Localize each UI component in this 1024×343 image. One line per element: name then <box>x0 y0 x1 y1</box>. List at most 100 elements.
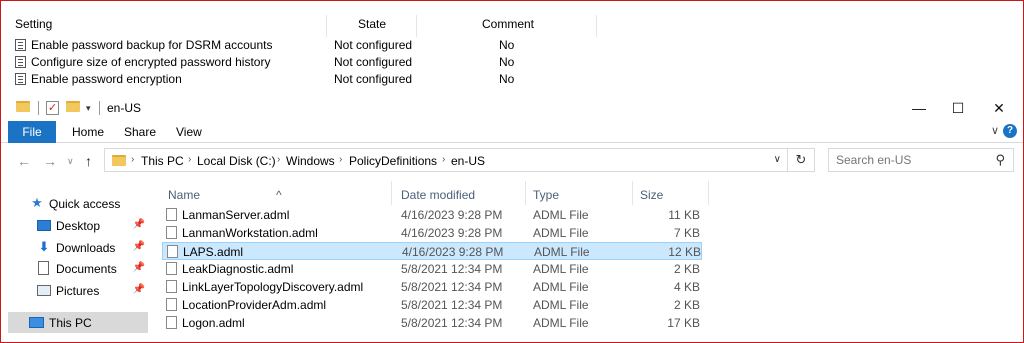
help-icon[interactable]: ? <box>1003 124 1017 138</box>
nav-item-quick-access[interactable]: ★ Quick access <box>8 193 148 214</box>
pin-icon[interactable]: 📌 <box>133 262 145 273</box>
pin-icon[interactable]: 📌 <box>133 241 145 252</box>
nav-item-documents[interactable]: Documents 📌 <box>8 258 148 279</box>
back-button[interactable]: ← <box>17 153 31 169</box>
policy-state: Not configured <box>334 55 413 69</box>
file-type: ADML File <box>533 262 589 276</box>
policy-row[interactable]: Enable password encryption Not configure… <box>0 71 600 88</box>
breadcrumb-this-pc[interactable]: This PC <box>141 154 184 168</box>
file-row[interactable]: Logon.adml 5/8/2021 12:34 PM ADML File 1… <box>162 314 702 332</box>
address-bar[interactable]: › This PC › Local Disk (C:) › Windows › … <box>104 148 788 172</box>
ribbon-tabs: File Home Share View ∨ ? <box>0 121 1024 143</box>
breadcrumb-windows[interactable]: Windows <box>286 154 335 168</box>
customize-toolbar-icon[interactable]: ▾ <box>86 103 91 114</box>
breadcrumb-local-disk[interactable]: Local Disk (C:) <box>197 154 276 168</box>
file-row-selected[interactable]: LAPS.adml 4/16/2023 9:28 PM ADML File 12… <box>162 242 702 260</box>
column-divider[interactable] <box>632 181 633 205</box>
file-icon <box>166 316 177 329</box>
documents-icon <box>38 261 49 275</box>
search-input[interactable] <box>829 149 989 171</box>
file-date: 5/8/2021 12:34 PM <box>401 316 503 330</box>
policy-state: Not configured <box>334 38 413 52</box>
policy-setting-name: Enable password backup for DSRM accounts <box>31 38 273 52</box>
breadcrumb-separator[interactable]: › <box>442 154 445 165</box>
file-size: 4 KB <box>673 280 700 294</box>
address-history-dropdown-icon[interactable]: ∨ <box>774 154 781 165</box>
nav-item-label: Quick access <box>49 197 121 211</box>
column-divider <box>416 15 417 37</box>
file-icon <box>166 226 177 239</box>
pin-icon[interactable]: 📌 <box>133 284 145 295</box>
maximize-button[interactable]: ☐ <box>935 95 981 121</box>
file-name: LeakDiagnostic.adml <box>182 262 294 276</box>
forward-button[interactable]: → <box>43 153 57 169</box>
policy-comment: No <box>499 38 515 52</box>
policy-setting-icon <box>15 73 26 85</box>
file-size: 2 KB <box>673 298 700 312</box>
file-icon <box>166 262 177 275</box>
breadcrumb-en-us[interactable]: en-US <box>451 154 485 168</box>
breadcrumb-separator[interactable]: › <box>339 154 342 165</box>
policy-setting-name: Enable password encryption <box>31 72 182 86</box>
tab-view[interactable]: View <box>176 125 202 139</box>
breadcrumb-separator[interactable]: › <box>277 154 280 165</box>
file-type: ADML File <box>533 280 589 294</box>
column-header-name[interactable]: Name <box>168 188 200 202</box>
file-name: LinkLayerTopologyDiscovery.adml <box>182 280 364 294</box>
file-date: 5/8/2021 12:34 PM <box>401 262 503 276</box>
file-row[interactable]: LanmanWorkstation.adml 4/16/2023 9:28 PM… <box>162 224 702 242</box>
file-row[interactable]: LanmanServer.adml 4/16/2023 9:28 PM ADML… <box>162 206 702 224</box>
breadcrumb-policydefinitions[interactable]: PolicyDefinitions <box>349 154 437 168</box>
column-divider[interactable] <box>391 181 392 205</box>
file-explorer-window: ✓ ▾ en-US — ☐ ✕ File Home Share View ∨ ?… <box>0 95 1024 343</box>
column-header-date[interactable]: Date modified <box>401 188 475 202</box>
policy-settings-panel: Setting State Comment Enable password ba… <box>0 0 1024 96</box>
breadcrumb-separator[interactable]: › <box>131 154 134 165</box>
up-button[interactable]: ↑ <box>85 153 92 169</box>
tab-home[interactable]: Home <box>72 125 104 139</box>
column-header-size[interactable]: Size <box>640 188 663 202</box>
file-name: Logon.adml <box>182 316 245 330</box>
file-icon <box>166 208 177 221</box>
nav-item-label: Pictures <box>56 284 100 298</box>
new-folder-icon[interactable] <box>66 101 80 112</box>
nav-item-desktop[interactable]: Desktop 📌 <box>8 215 148 236</box>
comment-column-header[interactable]: Comment <box>482 17 534 31</box>
recent-locations-button[interactable]: ∨ <box>67 156 74 167</box>
tab-file[interactable]: File <box>8 121 56 143</box>
tab-share[interactable]: Share <box>124 125 156 139</box>
file-type: ADML File <box>533 316 589 330</box>
breadcrumb-separator[interactable]: › <box>188 154 191 165</box>
policy-setting-icon <box>15 56 26 68</box>
policy-row[interactable]: Configure size of encrypted password his… <box>0 54 600 71</box>
nav-item-this-pc[interactable]: This PC <box>8 312 148 333</box>
title-bar[interactable]: ✓ ▾ en-US — ☐ ✕ <box>0 95 1024 121</box>
file-row[interactable]: LinkLayerTopologyDiscovery.adml 5/8/2021… <box>162 278 702 296</box>
download-icon: ⬇ <box>38 239 50 254</box>
close-button[interactable]: ✕ <box>976 95 1022 121</box>
search-icon[interactable]: ⚲ <box>995 152 1005 168</box>
nav-item-label: Desktop <box>56 219 101 233</box>
column-divider <box>596 15 597 37</box>
state-column-header[interactable]: State <box>358 17 386 31</box>
divider <box>99 101 100 115</box>
file-row[interactable]: LocationProviderAdm.adml 5/8/2021 12:34 … <box>162 296 702 314</box>
nav-item-pictures[interactable]: Pictures 📌 <box>8 280 148 301</box>
search-box[interactable]: ⚲ <box>828 148 1014 172</box>
policy-row[interactable]: Enable password backup for DSRM accounts… <box>0 37 600 54</box>
expand-ribbon-icon[interactable]: ∨ <box>991 124 999 137</box>
column-divider[interactable] <box>525 181 526 205</box>
nav-item-downloads[interactable]: ⬇ Downloads 📌 <box>8 237 148 258</box>
file-row[interactable]: LeakDiagnostic.adml 5/8/2021 12:34 PM AD… <box>162 260 702 278</box>
file-icon <box>167 245 178 258</box>
pin-icon[interactable]: 📌 <box>133 219 145 230</box>
file-date: 4/16/2023 9:28 PM <box>402 245 504 259</box>
file-date: 4/16/2023 9:28 PM <box>401 208 503 222</box>
refresh-button[interactable]: ↻ <box>788 148 815 172</box>
column-divider[interactable] <box>708 181 709 205</box>
file-date: 4/16/2023 9:28 PM <box>401 226 503 240</box>
file-date: 5/8/2021 12:34 PM <box>401 280 503 294</box>
setting-column-header[interactable]: Setting <box>15 17 52 31</box>
column-header-type[interactable]: Type <box>533 188 559 202</box>
properties-icon[interactable]: ✓ <box>46 101 59 115</box>
